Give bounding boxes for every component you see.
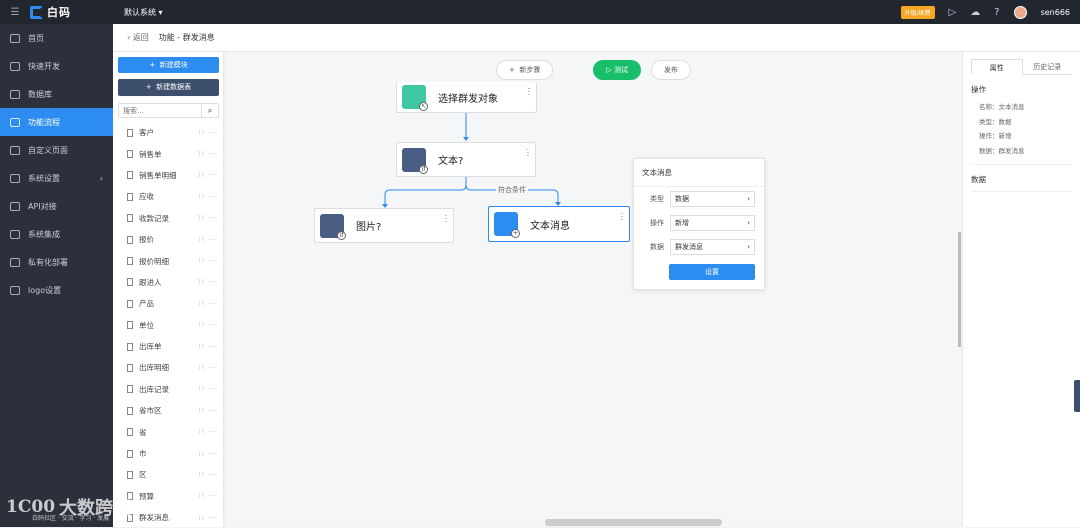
if-icon: if [419,164,428,174]
select-value: 数据 [675,195,689,203]
if-icon: if [337,230,346,240]
condition-icon: if [320,213,346,240]
group-icon: ↖ [402,85,428,111]
panel-tabs: 属性 历史记录 [971,59,1072,75]
settings-button[interactable]: 设置 [669,264,755,280]
section-data: 数据 [971,175,986,184]
tab-properties[interactable]: 属性 [971,59,1023,75]
node-label: 文本消息 [530,220,570,232]
data-select[interactable]: 群发消息 › [670,239,755,255]
select-value: 群发消息 [675,243,703,251]
popup-title: 文本消息 [634,159,764,187]
properties-panel: 属性 历史记录 操作 名称：文本消息 类型：数据 操作：新增 数据：群发消息 数… [962,52,1080,527]
connector-line [384,177,467,207]
chevron-right-icon: › [747,243,750,251]
section-operation: 操作 [971,85,986,94]
operation-select[interactable]: 新增 › [670,215,755,231]
flow-connectors [382,113,561,208]
flow-node-select-target[interactable]: ↖ 选择群发对象 ⋯ [396,82,537,113]
horizontal-scrollbar[interactable] [545,519,722,526]
prop-operation: 操作：新增 [979,132,1012,140]
node-config-popup: 文本消息 类型 数据 › 操作 新增 › 数据 群发消息 › 设置 [633,158,765,290]
select-value: 新增 [675,219,689,227]
row-label: 类型 [650,195,664,203]
pointer-icon: ↖ [419,102,428,111]
node-label: 选择群发对象 [438,93,498,105]
arrow-head [463,137,469,141]
prop-data: 数据：群发消息 [979,146,1025,155]
chevron-right-icon: › [747,219,750,227]
node-label: 图片? [356,222,382,233]
row-label: 操作 [650,219,664,227]
prop-type: 类型：数据 [979,117,1012,126]
popup-row-data: 数据 群发消息 › [634,235,764,259]
prop-name: 名称：文本消息 [979,103,1025,111]
plus-icon: + [511,229,520,238]
watermark-subtext: 白码社区 · 交流 · 学习 · 发展 [32,515,110,522]
vertical-scrollbar[interactable] [958,232,961,347]
more-icon[interactable]: ⋯ [522,148,532,157]
type-select[interactable]: 数据 › [670,191,755,207]
flow-node-text-cond[interactable]: if 文本? ⋯ [396,142,536,177]
popup-row-type: 类型 数据 › [634,187,764,211]
watermark: 1C00 大数跨境 白码社区 · 交流 · 学习 · 发展 [6,494,131,522]
more-icon[interactable]: ⋯ [616,212,626,221]
chevron-right-icon: › [747,195,750,203]
branch-label: 符合条件 [496,185,528,195]
divider [971,191,1072,192]
node-label: 文本? [438,156,464,167]
side-drawer-handle[interactable] [1074,380,1080,412]
divider [971,164,1072,165]
popup-row-operation: 操作 新增 › [634,211,764,235]
more-icon[interactable]: ⋯ [440,214,450,223]
flow-node-text-msg[interactable]: + 文本消息 ⋯ [488,206,630,242]
row-label: 数据 [650,243,664,251]
data-icon: + [494,212,520,238]
flow-node-image-cond[interactable]: if 图片? ⋯ [314,208,454,243]
more-icon[interactable]: ⋯ [523,87,533,96]
condition-icon: if [402,147,428,174]
tab-history[interactable]: 历史记录 [1023,59,1073,74]
